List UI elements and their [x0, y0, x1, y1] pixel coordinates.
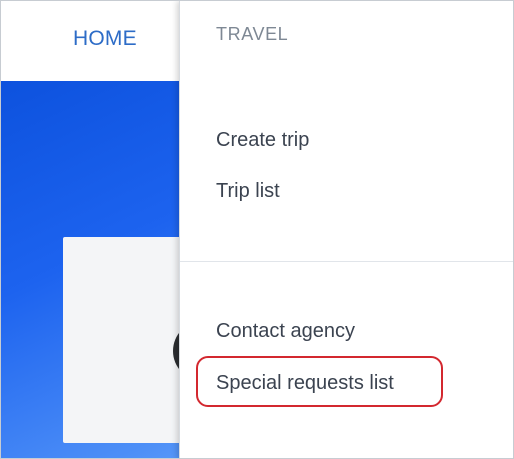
- travel-dropdown-menu: TRAVEL Create trip Trip list Contact age…: [179, 1, 513, 458]
- dropdown-header: TRAVEL: [216, 24, 289, 44]
- app-screenshot: HOME TRAVEL Create trip Trip list Contac…: [0, 0, 514, 459]
- trip-list-menu-item[interactable]: Trip list: [216, 178, 280, 204]
- special-requests-list-menu-item[interactable]: Special requests list: [216, 370, 394, 396]
- menu-divider: [180, 261, 513, 262]
- home-tab[interactable]: HOME: [73, 25, 137, 53]
- create-trip-menu-item[interactable]: Create trip: [216, 127, 309, 153]
- contact-agency-menu-item[interactable]: Contact agency: [216, 318, 355, 344]
